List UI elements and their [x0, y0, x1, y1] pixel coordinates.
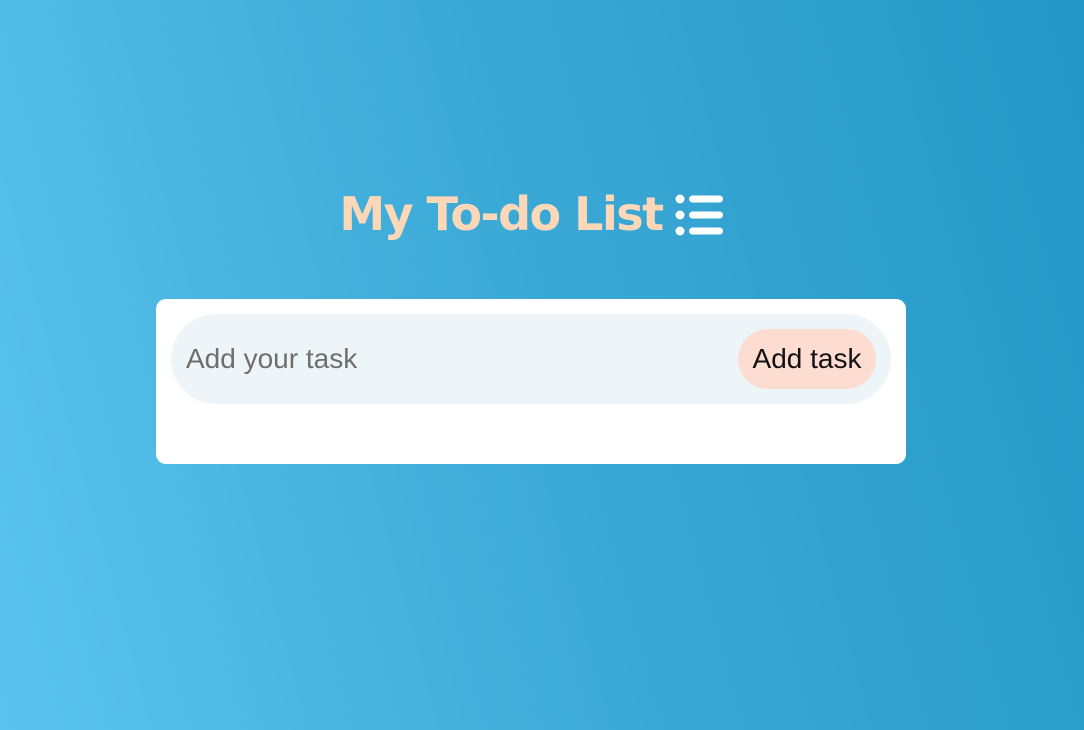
- task-list: [171, 414, 891, 454]
- add-task-button[interactable]: Add task: [738, 329, 876, 389]
- page-title: My To-do List: [0, 183, 1062, 245]
- list-icon: [675, 194, 723, 236]
- todo-card: Add task: [156, 299, 906, 464]
- task-input-row: Add task: [171, 314, 891, 404]
- task-input[interactable]: [171, 314, 731, 404]
- page-title-text: My To-do List: [339, 187, 664, 241]
